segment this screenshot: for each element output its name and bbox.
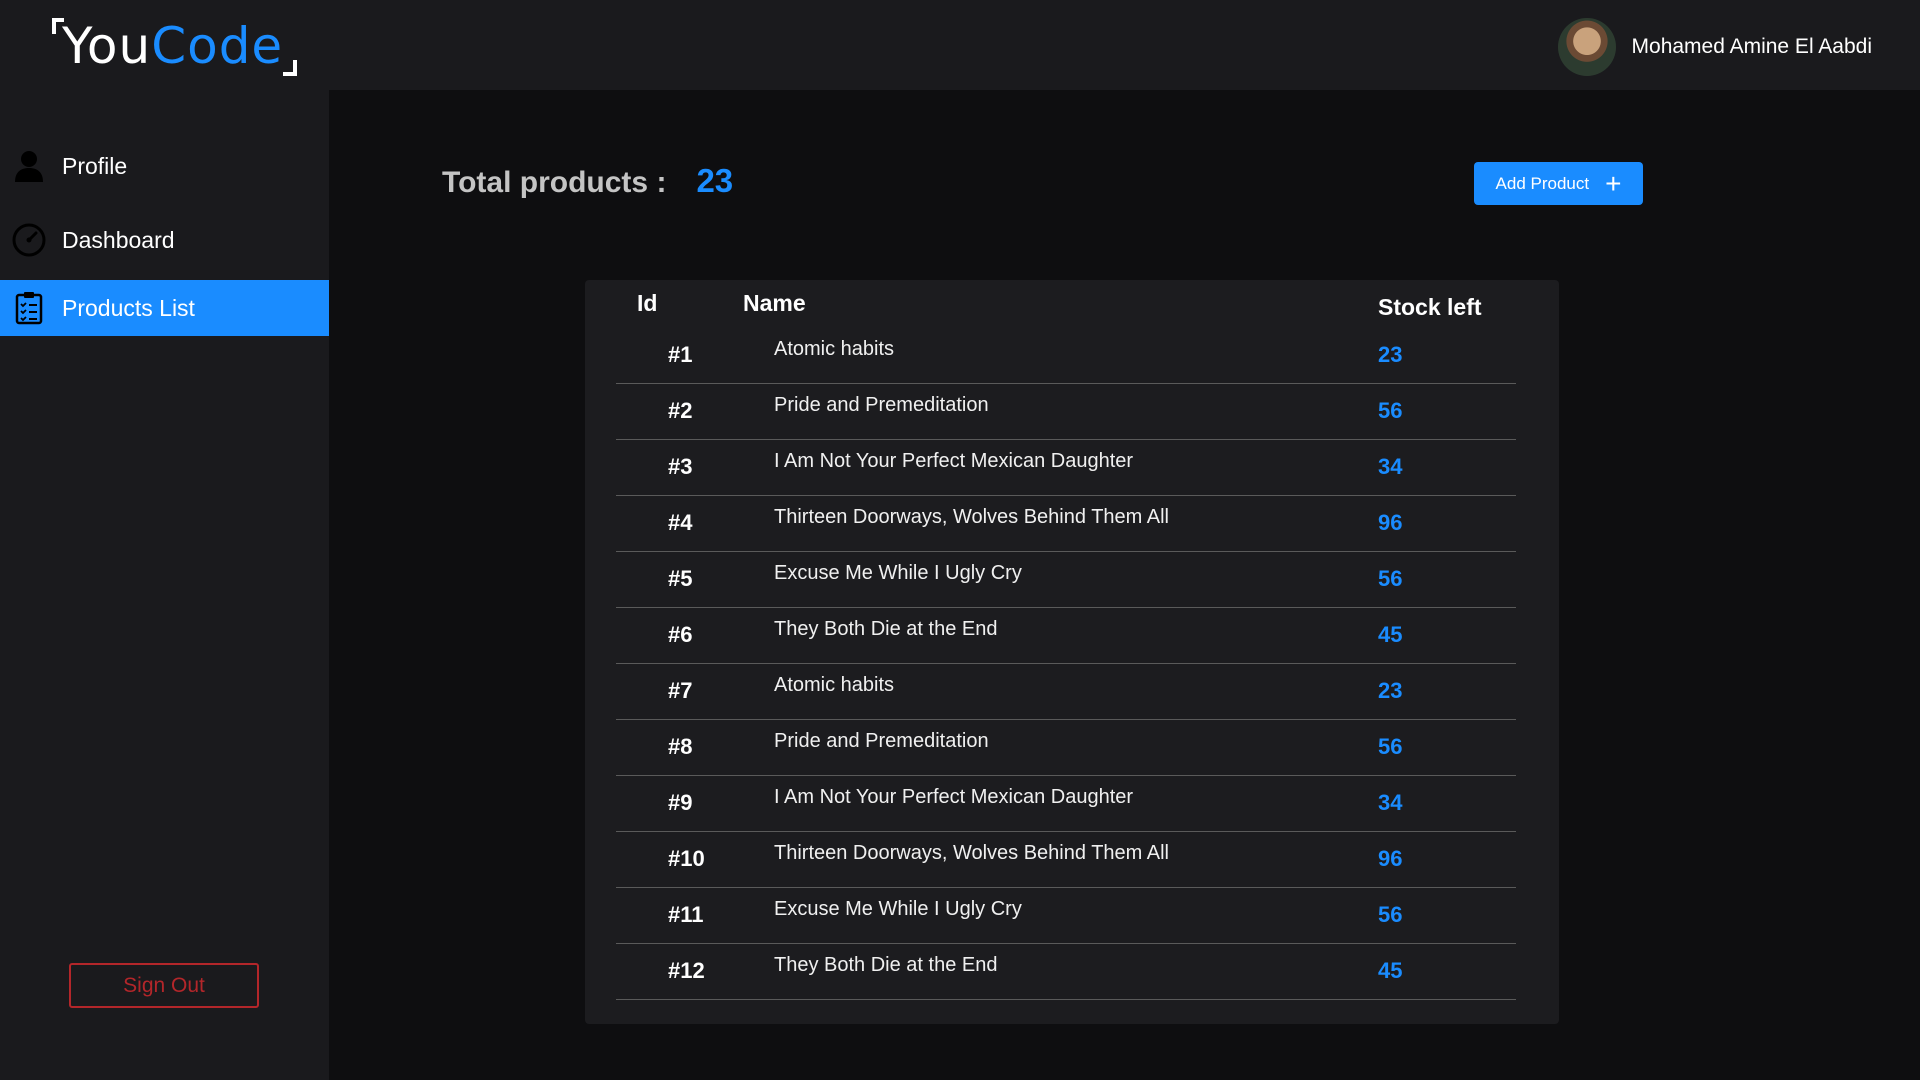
table-row[interactable]: #8 Pride and Premeditation 56	[616, 720, 1516, 776]
row-name: Atomic habits	[774, 674, 895, 696]
row-id: #5	[668, 566, 693, 591]
user-name: Mohamed Amine El Aabdi	[1631, 35, 1872, 58]
row-name: Thirteen Doorways, Wolves Behind Them Al…	[774, 506, 1169, 528]
table-row[interactable]: #7 Atomic habits 23	[616, 664, 1516, 720]
logo-bracket-top-left	[52, 18, 64, 34]
table-row[interactable]: #2 Pride and Premeditation 56	[616, 384, 1516, 440]
table-row[interactable]: #5 Excuse Me While I Ugly Cry 56	[616, 552, 1516, 608]
row-name: Pride and Premeditation	[774, 394, 989, 416]
row-name: I Am Not Your Perfect Mexican Daughter	[774, 786, 1134, 808]
plus-icon: +	[1605, 167, 1622, 199]
row-stock: 56	[1378, 566, 1403, 591]
table-row[interactable]: #10 Thirteen Doorways, Wolves Behind The…	[616, 832, 1516, 888]
table-row[interactable]: #12 They Both Die at the End 45	[616, 944, 1516, 1000]
products-table: Id Name Stock left #1 Atomic habits 23 #…	[585, 280, 1559, 1024]
row-stock: 34	[1378, 454, 1403, 479]
sidebar-item-profile[interactable]: Profile	[0, 138, 329, 194]
row-name: Pride and Premeditation	[774, 730, 989, 752]
top-bar: YouCode Mohamed Amine El Aabdi	[0, 0, 1920, 90]
sidebar-item-label: Dashboard	[62, 226, 175, 253]
row-name: Atomic habits	[774, 338, 895, 360]
table-row[interactable]: #9 I Am Not Your Perfect Mexican Daughte…	[616, 776, 1516, 832]
row-name: Thirteen Doorways, Wolves Behind Them Al…	[774, 842, 1169, 864]
row-id: #1	[668, 342, 693, 367]
sidebar-item-label: Products List	[62, 294, 195, 321]
total-products: Total products : 23	[442, 162, 733, 200]
logo-text-you: You	[62, 17, 152, 75]
sidebar: Profile Dashboard Products List Sign Out	[0, 90, 329, 1080]
row-id: #8	[668, 734, 693, 759]
row-name: I Am Not Your Perfect Mexican Daughter	[774, 450, 1134, 472]
row-id: #10	[668, 846, 705, 871]
row-name: Excuse Me While I Ugly Cry	[774, 562, 1022, 584]
row-stock: 34	[1378, 790, 1403, 815]
row-id: #3	[668, 454, 693, 479]
row-stock: 56	[1378, 398, 1403, 423]
row-stock: 56	[1378, 734, 1403, 759]
logo-bracket-bottom-right	[283, 60, 298, 76]
avatar[interactable]	[1557, 18, 1616, 76]
row-stock: 96	[1378, 510, 1403, 535]
row-stock: 56	[1378, 902, 1403, 927]
table-row[interactable]: #4 Thirteen Doorways, Wolves Behind Them…	[616, 496, 1516, 552]
sign-out-button[interactable]: Sign Out	[69, 963, 259, 1008]
row-name: They Both Die at the End	[774, 954, 998, 976]
sidebar-item-label: Profile	[62, 152, 128, 179]
row-stock: 45	[1378, 958, 1403, 983]
column-header-id: Id	[637, 290, 658, 316]
row-stock: 96	[1378, 846, 1403, 871]
row-id: #4	[668, 510, 693, 535]
add-product-button[interactable]: Add Product +	[1474, 162, 1643, 205]
row-stock: 45	[1378, 622, 1403, 647]
row-id: #12	[668, 958, 705, 983]
total-products-label: Total products :	[442, 166, 667, 199]
row-id: #9	[668, 790, 693, 815]
user-menu[interactable]: Mohamed Amine El Aabdi	[1557, 18, 1872, 76]
total-products-value: 23	[696, 162, 734, 199]
row-id: #7	[668, 678, 693, 703]
row-id: #11	[668, 902, 704, 927]
row-name: Excuse Me While I Ugly Cry	[774, 898, 1022, 920]
youcode-logo[interactable]: YouCode	[52, 14, 298, 78]
row-stock: 23	[1378, 342, 1403, 367]
column-header-stock: Stock left	[1378, 294, 1482, 320]
logo-text-code: Code	[151, 17, 284, 75]
sidebar-item-products-list[interactable]: Products List	[0, 280, 329, 336]
user-icon	[12, 149, 46, 183]
table-row[interactable]: #1 Atomic habits 23	[616, 328, 1516, 384]
speedometer-icon	[12, 223, 46, 257]
table-row[interactable]: #6 They Both Die at the End 45	[616, 608, 1516, 664]
table-row[interactable]: #3 I Am Not Your Perfect Mexican Daughte…	[616, 440, 1516, 496]
row-id: #6	[668, 622, 693, 647]
row-stock: 23	[1378, 678, 1403, 703]
row-name: They Both Die at the End	[774, 618, 998, 640]
table-row[interactable]: #11 Excuse Me While I Ugly Cry 56	[616, 888, 1516, 944]
row-id: #2	[668, 398, 693, 423]
clipboard-list-icon	[12, 291, 46, 325]
add-product-label: Add Product	[1495, 173, 1590, 193]
column-header-name: Name	[743, 290, 806, 316]
sidebar-item-dashboard[interactable]: Dashboard	[0, 212, 329, 268]
